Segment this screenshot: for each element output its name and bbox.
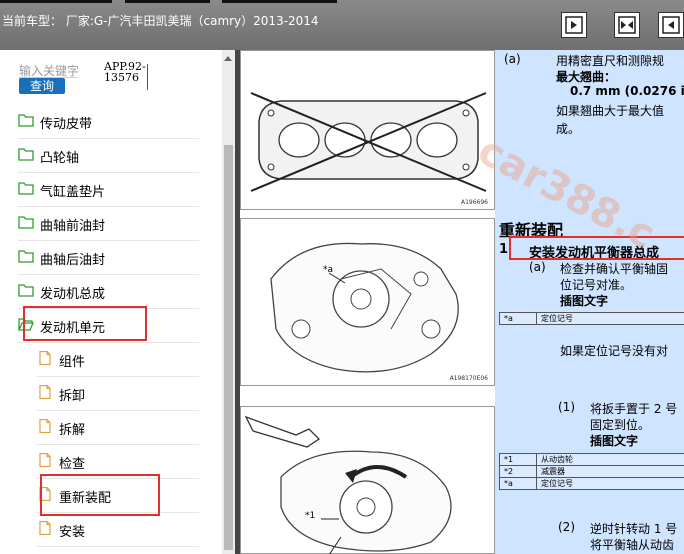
figure-mark: *a <box>323 265 334 275</box>
tree-file-components[interactable]: 组件 <box>37 343 199 377</box>
scroll-up-icon[interactable] <box>224 56 232 61</box>
app-code-line2: 13576 <box>104 71 139 84</box>
tree-file-disassembly[interactable]: 拆解 <box>37 411 199 445</box>
table-cell: 定位记号 <box>536 312 684 325</box>
document-icon <box>39 385 51 399</box>
legend-table: *a 定位记号 <box>499 312 684 325</box>
highlight-box <box>40 474 160 516</box>
step-text: 0.7 mm (0.0276 in <box>570 84 684 98</box>
document-icon <box>39 521 51 535</box>
gasket-illustration <box>250 92 487 192</box>
folder-icon <box>18 216 34 229</box>
tree-label: 拆解 <box>59 423 86 438</box>
scrollbar-thumb[interactable] <box>224 145 233 550</box>
step-label: (a) <box>529 260 546 274</box>
tree-folder-head-gasket[interactable]: 气缸盖垫片 <box>18 173 199 207</box>
highlight-box <box>509 236 684 260</box>
figure-wrench: *1 *2 <box>240 406 495 554</box>
step-text: 如果翘曲大于最大值 <box>556 104 665 118</box>
figure-balancer: *a A198170E06 <box>240 218 495 386</box>
table-cell: *1 <box>499 453 537 466</box>
collapse-panel-button[interactable] <box>561 12 587 38</box>
wrench-illustration <box>244 415 452 554</box>
tree-folder-belt[interactable]: 传动皮带 <box>18 105 199 139</box>
split-view-button[interactable] <box>614 12 640 38</box>
table-row: *1 从动齿轮 <box>499 453 684 466</box>
tree-folder-front-seal[interactable]: 曲轴前油封 <box>18 207 199 241</box>
figure-mark: *1 <box>305 511 316 521</box>
tree-scrollbar[interactable] <box>222 50 235 554</box>
tree-folder-camshaft[interactable]: 凸轮轴 <box>18 139 199 173</box>
query-button[interactable]: 查询 <box>19 78 65 94</box>
step-text: 固定到位。 <box>590 418 651 432</box>
folder-icon <box>18 284 34 297</box>
step-text: 将扳手置于 2 号 <box>590 402 678 416</box>
vehicle-title: 当前车型： 厂家:G-广汽丰田凯美瑞（camry）2013-2014 <box>2 14 319 28</box>
tree-folder-engine-assembly[interactable]: 发动机总成 <box>18 275 199 309</box>
figure-gasket: A196696 <box>240 50 495 210</box>
balancer-illustration <box>270 242 459 373</box>
table-cell: 减震器 <box>536 465 684 478</box>
tree-label: 安装 <box>59 525 86 540</box>
table-cell: *a <box>499 312 537 325</box>
table-cell: 定位记号 <box>536 477 684 490</box>
table-cell: 从动齿轮 <box>536 453 684 466</box>
step-text: 逆时针转动 1 号 <box>590 522 678 536</box>
illustration-label: 插图文字 <box>590 434 639 448</box>
split-icon <box>618 16 636 34</box>
step-text: 将平衡轴从动齿 <box>590 538 675 552</box>
step-label: (a) <box>504 52 521 66</box>
step-text: 位记号对准。 <box>560 278 633 292</box>
folder-icon <box>18 114 34 127</box>
top-stripe <box>125 0 210 3</box>
tree-label: 凸轮轴 <box>40 151 80 166</box>
tree-file-removal[interactable]: 拆卸 <box>37 377 199 411</box>
table-row: *2 减震器 <box>499 465 684 478</box>
left-panel: 输入关键字 查询 APP.92- 13576 传动皮带 凸轮轴 气缸盖垫片 曲轴… <box>0 50 222 554</box>
document-icon <box>39 453 51 467</box>
table-cell: *a <box>499 477 537 490</box>
legend-table: *1 从动齿轮 *2 减震器 *a 定位记号 <box>499 453 684 490</box>
document-icon <box>39 419 51 433</box>
tree-label: 拆卸 <box>59 389 86 404</box>
tree-label: 传动皮带 <box>40 117 93 132</box>
figure-id: A196696 <box>460 199 488 206</box>
expand-icon <box>662 16 680 34</box>
top-stripe <box>0 0 112 3</box>
table-row: *a 定位记号 <box>499 477 684 490</box>
document-icon <box>39 351 51 365</box>
highlight-box <box>23 306 147 341</box>
document-view: A196696 *a A198170E06 *1 *2 <box>240 50 684 554</box>
step-text: 检查并确认平衡轴固 <box>560 262 669 276</box>
step-text: 最大翘曲： <box>556 70 617 84</box>
note-text: 如果定位记号没有对 <box>560 344 669 358</box>
top-bar: 当前车型： 厂家:G-广汽丰田凯美瑞（camry）2013-2014 <box>0 0 684 50</box>
step-text: 用精密直尺和测隙规 <box>556 54 665 68</box>
expand-panel-button[interactable] <box>658 12 684 38</box>
step-label: (1) <box>558 400 575 414</box>
folder-icon <box>18 148 34 161</box>
tree-label: 曲轴后油封 <box>40 253 106 268</box>
tree-label: 气缸盖垫片 <box>40 185 106 200</box>
app-code: APP.92- 13576 <box>104 61 146 83</box>
tree-label: 发动机总成 <box>40 287 106 302</box>
app-divider <box>147 64 148 90</box>
collapse-icon <box>565 16 583 34</box>
table-row: *a 定位记号 <box>499 312 684 325</box>
step-label: (2) <box>558 520 575 534</box>
tree-folder-rear-seal[interactable]: 曲轴后油封 <box>18 241 199 275</box>
top-stripe <box>222 0 337 3</box>
tree-label: 曲轴前油封 <box>40 219 106 234</box>
folder-icon <box>18 250 34 263</box>
tree-label: 组件 <box>59 355 86 370</box>
step-text: 成。 <box>556 122 581 136</box>
tree-file-installation[interactable]: 安装 <box>37 513 199 547</box>
tree-label: 检查 <box>59 457 86 472</box>
figure-id: A198170E06 <box>449 375 488 382</box>
step-number: 1 <box>499 242 509 257</box>
table-cell: *2 <box>499 465 537 478</box>
folder-icon <box>18 182 34 195</box>
illustration-label: 插图文字 <box>560 294 609 308</box>
